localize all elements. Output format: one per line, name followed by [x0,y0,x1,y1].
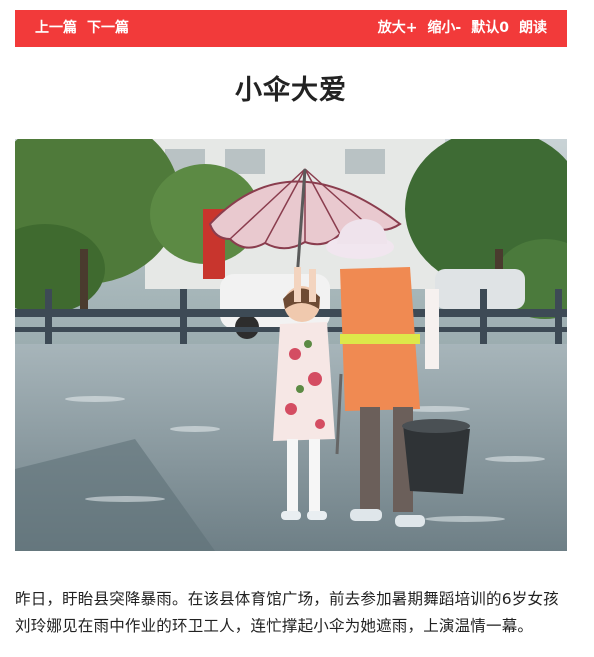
default-size-button[interactable]: 默认0 [471,10,509,47]
read-aloud-button[interactable]: 朗读 [519,10,547,47]
reading-controls: 放大+ 缩小- 默认0 朗读 [368,10,547,47]
article-title: 小伞大爱 [235,75,347,106]
prev-article-link[interactable]: 上一篇 [35,10,77,47]
article-photo [15,139,567,551]
article-paragraph: 昨日，盱眙县突降暴雨。在该县体育馆广场，前去参加暑期舞蹈培训的6岁女孩刘玲娜见在… [15,590,559,635]
zoom-out-button[interactable]: 缩小- [427,10,461,47]
next-article-link[interactable]: 下一篇 [87,10,129,47]
zoom-in-button[interactable]: 放大+ [378,10,418,47]
article-toolbar: 上一篇 下一篇 放大+ 缩小- 默认0 朗读 [15,10,567,47]
article-nav: 上一篇 下一篇 [35,10,139,47]
